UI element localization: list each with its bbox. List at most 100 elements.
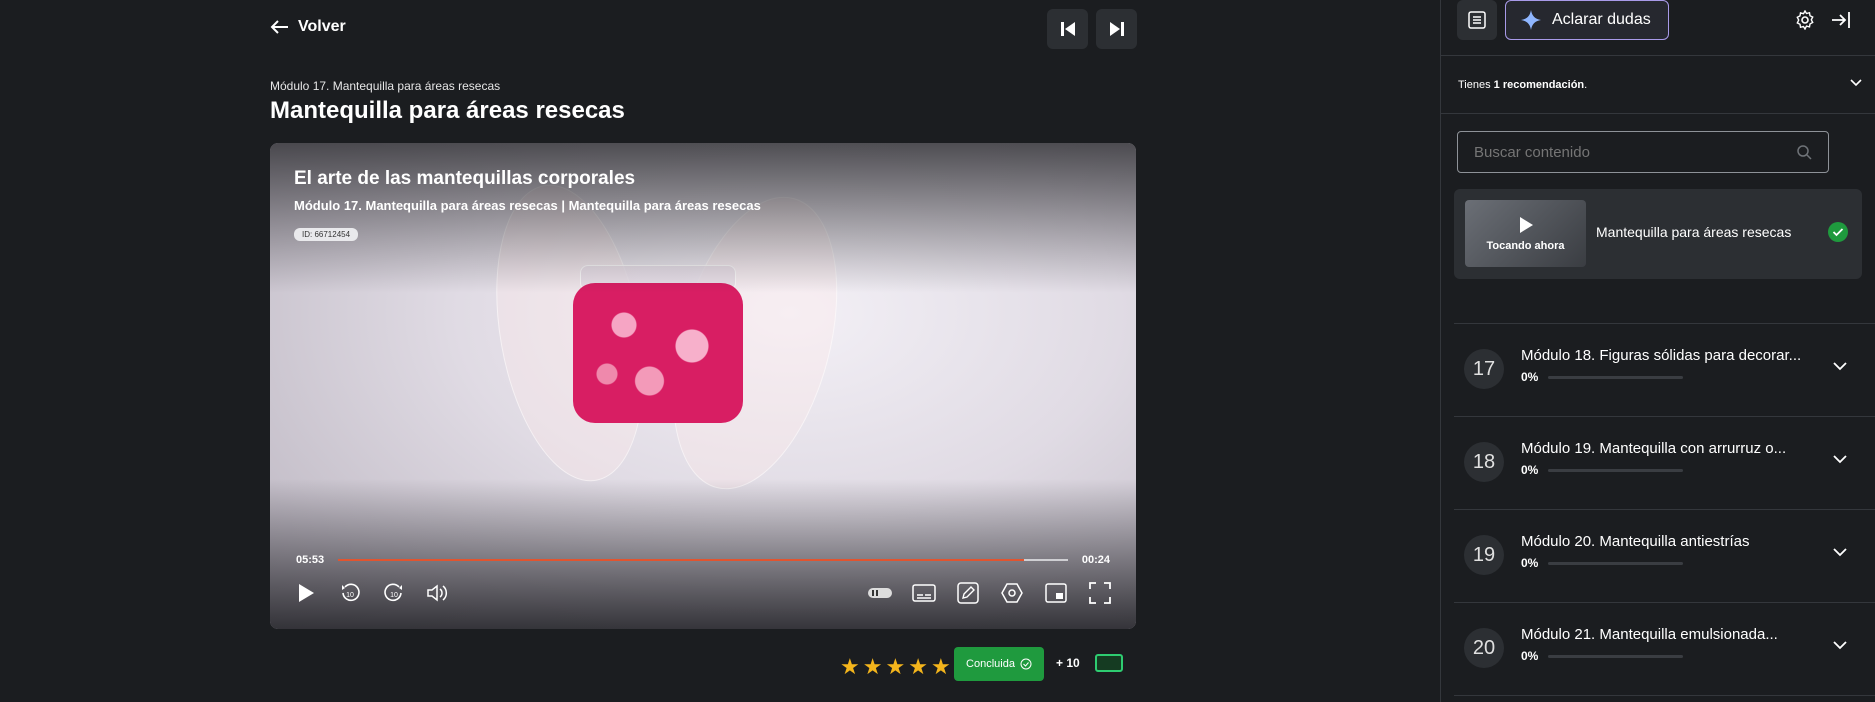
ticket-icon [1095, 654, 1123, 672]
recommendation-bar[interactable]: Tienes 1 recomendación. [1441, 56, 1875, 114]
star-icon[interactable]: ★ [908, 654, 928, 680]
sidebar-toolbar: Aclarar dudas [1441, 0, 1875, 56]
module-title: Módulo 20. Mantequilla antiestrías [1521, 533, 1750, 550]
module-number: 20 [1464, 628, 1504, 668]
chevron-down-icon [1833, 548, 1847, 557]
play-button[interactable] [292, 579, 320, 607]
volume-icon [427, 584, 448, 602]
svg-text:10: 10 [346, 592, 354, 599]
notes-icon [957, 582, 979, 604]
settings-button[interactable] [998, 579, 1026, 607]
picture-in-picture-button[interactable] [1042, 579, 1070, 607]
exit-button[interactable] [1821, 0, 1861, 40]
play-icon [1519, 216, 1533, 233]
video-title: El arte de las mantequillas corporales [294, 168, 636, 189]
module-number: 17 [1464, 349, 1504, 389]
subtitles-icon [912, 584, 936, 602]
rewind-10-button[interactable]: 10 [336, 579, 364, 607]
module-progress-bar [1548, 655, 1683, 658]
settings-button[interactable] [1785, 0, 1825, 40]
chevron-down-icon [1833, 362, 1847, 371]
module-progress-label: 0% [1521, 556, 1539, 570]
next-lesson-button[interactable] [1096, 9, 1137, 49]
module-number: 18 [1464, 442, 1504, 482]
forward-10-icon: 10 [384, 583, 402, 602]
module-progress-bar [1548, 562, 1683, 565]
chevron-down-icon [1850, 79, 1862, 87]
now-playing-title: Mantequilla para áreas resecas [1596, 224, 1792, 240]
star-icon[interactable]: ★ [885, 654, 905, 680]
previous-lesson-button[interactable] [1047, 9, 1088, 49]
content-list-button[interactable] [1457, 0, 1497, 40]
completed-label: Concluida [966, 658, 1015, 670]
chevron-down-icon [1833, 455, 1847, 464]
volume-button[interactable] [424, 579, 452, 607]
autoplay-toggle-icon [868, 588, 892, 598]
search-input[interactable] [1474, 143, 1796, 161]
exit-icon [1832, 12, 1850, 28]
module-item[interactable]: 19 Módulo 20. Mantequilla antiestrías 0% [1441, 509, 1875, 602]
module-item[interactable]: 17 Módulo 18. Figuras sólidas para decor… [1441, 323, 1875, 416]
fullscreen-icon [1089, 582, 1111, 604]
progress-fill [338, 559, 1025, 561]
play-icon [299, 584, 314, 602]
star-icon[interactable]: ★ [863, 654, 883, 680]
remaining-time: 00:24 [1081, 554, 1110, 566]
breadcrumb: Módulo 17. Mantequilla para áreas reseca… [270, 79, 501, 93]
ask-questions-button[interactable]: Aclarar dudas [1505, 0, 1669, 40]
arrow-left-icon [270, 20, 288, 34]
module-title: Módulo 18. Figuras sólidas para decorar.… [1521, 347, 1802, 364]
page-title: Mantequilla para áreas resecas [270, 97, 625, 124]
search-field[interactable] [1457, 131, 1829, 173]
butter-jar-image [573, 283, 743, 423]
settings-hex-icon [1001, 583, 1023, 603]
star-icon[interactable]: ★ [931, 654, 951, 680]
check-circle-icon [1020, 658, 1032, 670]
forward-10-button[interactable]: 10 [380, 579, 408, 607]
progress-bar[interactable] [338, 559, 1068, 561]
skip-next-icon [1109, 22, 1124, 36]
module-item[interactable]: 20 Módulo 21. Mantequilla emulsionada...… [1441, 602, 1875, 695]
autoplay-toggle[interactable] [866, 579, 894, 607]
video-player[interactable]: El arte de las mantequillas corporales M… [270, 143, 1136, 629]
recommendation-text: Tienes 1 recomendación. [1458, 79, 1587, 91]
video-id-badge: ID: 66712454 [294, 228, 359, 241]
star-rating[interactable]: ★ ★ ★ ★ ★ [840, 654, 951, 680]
fullscreen-button[interactable] [1086, 579, 1114, 607]
skip-previous-icon [1060, 22, 1075, 36]
completed-check-icon [1828, 222, 1848, 242]
completed-button[interactable]: Concluida [954, 647, 1044, 681]
main-content: Volver Módulo 17. Mantequilla para áreas… [0, 0, 1440, 702]
module-progress-bar [1548, 469, 1683, 472]
sparkle-icon [1521, 10, 1541, 30]
sidebar: Aclarar dudas Tienes 1 recomendación. To… [1440, 0, 1875, 702]
reco-count: 1 recomendación [1493, 78, 1585, 91]
back-button[interactable]: Volver [270, 18, 346, 36]
now-playing-thumbnail: Tocando ahora [1465, 200, 1586, 267]
rewind-10-icon: 10 [342, 583, 360, 602]
gear-icon [1796, 10, 1814, 30]
list-icon [1468, 11, 1486, 29]
now-playing-card[interactable]: Tocando ahora Mantequilla para áreas res… [1454, 189, 1862, 279]
module-number: 19 [1464, 535, 1504, 575]
ask-questions-label: Aclarar dudas [1552, 11, 1651, 28]
notes-button[interactable] [954, 579, 982, 607]
subtitles-button[interactable] [910, 579, 938, 607]
chevron-down-icon [1833, 641, 1847, 650]
lesson-nav [1047, 9, 1137, 49]
picture-in-picture-icon [1045, 583, 1067, 603]
module-title: Módulo 21. Mantequilla emulsionada... [1521, 626, 1778, 643]
reco-suffix: . [1584, 78, 1588, 91]
module-progress-label: 0% [1521, 649, 1539, 663]
now-playing-label: Tocando ahora [1486, 239, 1565, 252]
search-icon [1797, 145, 1812, 160]
module-item[interactable]: 18 Módulo 19. Mantequilla con arrurruz o… [1441, 416, 1875, 509]
module-progress-bar [1548, 376, 1683, 379]
star-icon[interactable]: ★ [840, 654, 860, 680]
back-label: Volver [298, 18, 346, 35]
module-title: Módulo 19. Mantequilla con arrurruz o... [1521, 440, 1787, 457]
elapsed-time: 05:53 [296, 554, 325, 566]
reco-prefix: Tienes [1458, 78, 1494, 91]
video-subtitle: Módulo 17. Mantequilla para áreas reseca… [294, 198, 761, 213]
module-progress-label: 0% [1521, 463, 1539, 477]
